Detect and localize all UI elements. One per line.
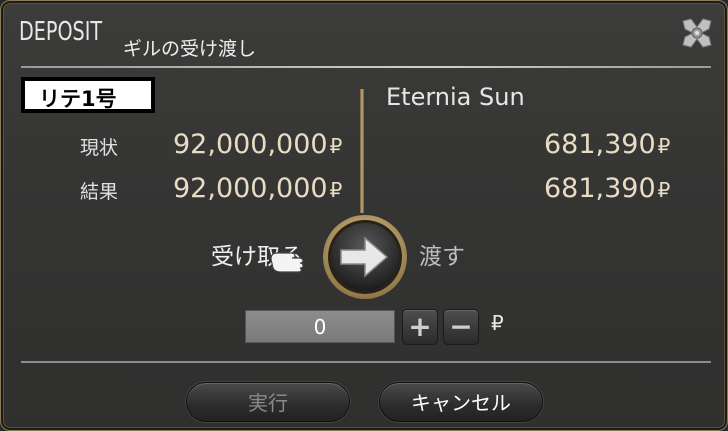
title-divider (21, 66, 711, 68)
partner-current-amount: 681,390 ₽ (544, 129, 671, 160)
center-divider (360, 89, 364, 213)
player-name-box: リテ1号 (21, 77, 155, 113)
deposit-window: DEPOSIT ギルの受け渡し リテ1号 Eternia Sun 現状 92,0… (0, 0, 728, 431)
gil-icon: ₽ (657, 178, 671, 202)
row-label-current: 現状 (80, 137, 119, 159)
cancel-button[interactable]: キャンセル (379, 382, 543, 422)
gil-icon: ₽ (329, 178, 343, 202)
partner-name: Eternia Sun (386, 83, 525, 111)
player-result-amount: 92,000,000 ₽ (173, 173, 343, 204)
execute-button[interactable]: 実行 (186, 382, 350, 422)
decrease-button[interactable]: − (443, 309, 479, 345)
pointing-hand-icon (270, 252, 304, 273)
give-label[interactable]: 渡す (419, 237, 465, 271)
bottom-divider (21, 361, 711, 363)
gil-icon: ₽ (657, 134, 671, 158)
gil-icon: ₽ (329, 134, 343, 158)
close-icon[interactable] (677, 13, 717, 53)
window-subtitle: ギルの受け渡し (123, 38, 257, 60)
direction-toggle-button[interactable] (321, 213, 409, 301)
row-label-result: 結果 (80, 181, 119, 203)
partner-result-amount: 681,390 ₽ (544, 173, 671, 204)
increase-button[interactable]: + (402, 309, 438, 345)
window-title: DEPOSIT (19, 17, 103, 47)
player-name: リテ1号 (39, 87, 117, 111)
gil-icon: ₽ (491, 311, 504, 335)
gil-amount-input[interactable]: 0 (245, 310, 395, 343)
player-current-amount: 92,000,000 ₽ (173, 129, 343, 160)
